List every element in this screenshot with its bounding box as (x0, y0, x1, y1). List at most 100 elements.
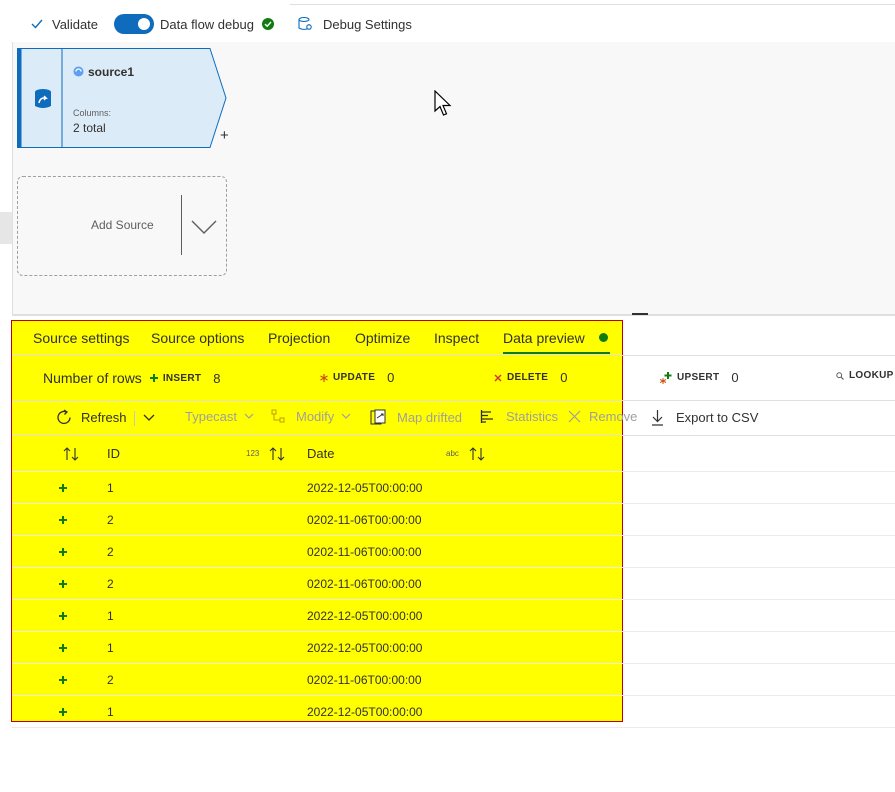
modify-button[interactable]: Modify (271, 409, 351, 424)
validate-button[interactable]: Validate (30, 14, 98, 34)
row-divider (12, 695, 895, 696)
row-divider (12, 663, 895, 664)
insert-row-icon (59, 548, 67, 556)
tab-data-preview-label: Data preview (503, 330, 585, 346)
update-asterisk-icon (320, 373, 328, 382)
lookup-search-icon (836, 371, 844, 380)
row-divider (12, 567, 895, 568)
row-divider (12, 631, 895, 632)
map-drifted-button[interactable]: Map drifted (370, 409, 462, 426)
remove-label: Remove (589, 409, 638, 424)
insert-row-icon (59, 484, 67, 492)
tab-source-options[interactable]: Source options (151, 330, 244, 346)
upsert-label: UPSERT (677, 372, 720, 383)
statistics-label: Statistics (506, 409, 559, 424)
download-icon (652, 410, 663, 426)
insert-value: 8 (213, 370, 221, 386)
add-source-label: Add Source (91, 218, 154, 232)
date-type-badge: abc (446, 449, 459, 458)
tab-projection[interactable]: Projection (268, 330, 330, 346)
id-type-badge: 123 (246, 449, 260, 458)
add-source-button[interactable]: Add Source (17, 176, 227, 276)
tab-data-preview[interactable]: Data preview (503, 330, 608, 346)
export-csv-button[interactable]: Export to CSV (651, 409, 758, 426)
validate-label: Validate (52, 16, 99, 32)
panel-resize-handle[interactable] (632, 313, 648, 315)
insert-label: INSERT (162, 372, 202, 384)
upsert-value: 0 (731, 370, 739, 385)
cell-id: 1 (107, 705, 114, 719)
delete-stat: DELETE 0 (494, 370, 567, 385)
export-csv-label: Export to CSV (676, 410, 759, 425)
tools-divider (12, 435, 895, 436)
row-divider (12, 535, 895, 536)
tab-optimize[interactable]: Optimize (355, 330, 410, 346)
map-drifted-icon (370, 409, 386, 425)
cell-id: 2 (107, 673, 114, 687)
database-settings-icon (298, 16, 312, 31)
checkmark-icon (31, 19, 43, 29)
rows-label: Number of rows (43, 370, 142, 386)
tab-inspect[interactable]: Inspect (434, 330, 479, 346)
toggle-switch[interactable] (114, 14, 154, 34)
cell-date: 0202-11-06T00:00:00 (307, 545, 422, 559)
refresh-dropdown-chevron-icon[interactable] (143, 414, 155, 422)
typecast-button[interactable]: Typecast (185, 409, 254, 424)
column-header-date[interactable]: Date (307, 446, 334, 461)
insert-plus-icon (149, 374, 158, 382)
column-header-id[interactable]: ID (107, 446, 120, 461)
stats-divider (12, 400, 895, 401)
refresh-button[interactable]: Refresh (56, 409, 127, 426)
update-stat: UPDATE 0 (320, 370, 394, 385)
chevron-down-icon[interactable] (191, 219, 217, 235)
add-transform-button[interactable]: + (220, 127, 229, 144)
cell-id: 2 (107, 513, 114, 527)
source-type-icon (73, 66, 84, 77)
cell-date: 2022-12-05T00:00:00 (307, 609, 423, 623)
insert-row-icon (59, 516, 67, 524)
date-sort-icon[interactable] (469, 447, 485, 461)
remove-button[interactable]: Remove (568, 409, 637, 424)
active-tab-indicator (503, 352, 610, 354)
upsert-stat: UPSERT 0 (660, 370, 739, 385)
tab-source-settings[interactable]: Source settings (33, 330, 130, 346)
id-sort-icon[interactable] (269, 447, 285, 461)
modify-chevron-icon (341, 413, 351, 419)
panel-separator (12, 314, 895, 316)
source-node[interactable]: source1 Columns: 2 total + (17, 48, 229, 148)
row-sort-icon[interactable] (63, 447, 79, 461)
typecast-label: Typecast (185, 409, 238, 424)
lookup-stat: LOOKUP (836, 370, 894, 381)
remove-x-icon (568, 410, 581, 423)
upsert-icon (660, 371, 672, 384)
update-label: UPDATE (333, 372, 376, 383)
lookup-label: LOOKUP (849, 370, 894, 381)
map-drifted-label: Map drifted (397, 410, 463, 425)
cell-date: 2022-12-05T00:00:00 (307, 705, 423, 719)
add-source-divider (181, 195, 182, 255)
delete-value: 0 (560, 370, 568, 385)
status-dot-icon (598, 333, 608, 342)
columns-label: Columns: (73, 108, 112, 118)
tabs-divider (12, 355, 895, 356)
cell-date: 0202-11-06T00:00:00 (307, 577, 422, 591)
insert-row-icon (59, 676, 67, 684)
success-check-icon (261, 18, 274, 30)
cell-id: 1 (107, 641, 114, 655)
debug-settings-button[interactable]: Debug Settings (297, 14, 412, 34)
row-divider (12, 599, 895, 600)
cell-id: 1 (107, 481, 114, 495)
left-strip-marker (0, 212, 12, 244)
typecast-chevron-icon (244, 413, 254, 419)
cell-date: 2022-12-05T00:00:00 (307, 641, 423, 655)
data-flow-debug-toggle[interactable]: Data flow debug (114, 14, 274, 34)
statistics-button[interactable]: Statistics (480, 409, 558, 424)
cell-date: 0202-11-06T00:00:00 (307, 513, 422, 527)
modify-label: Modify (296, 409, 335, 424)
insert-row-icon (59, 708, 67, 716)
refresh-label: Refresh (81, 410, 127, 425)
source-node-name: source1 (88, 65, 135, 79)
debug-settings-label: Debug Settings (323, 16, 412, 32)
insert-row-icon (59, 580, 67, 588)
insert-row-icon (59, 612, 67, 620)
